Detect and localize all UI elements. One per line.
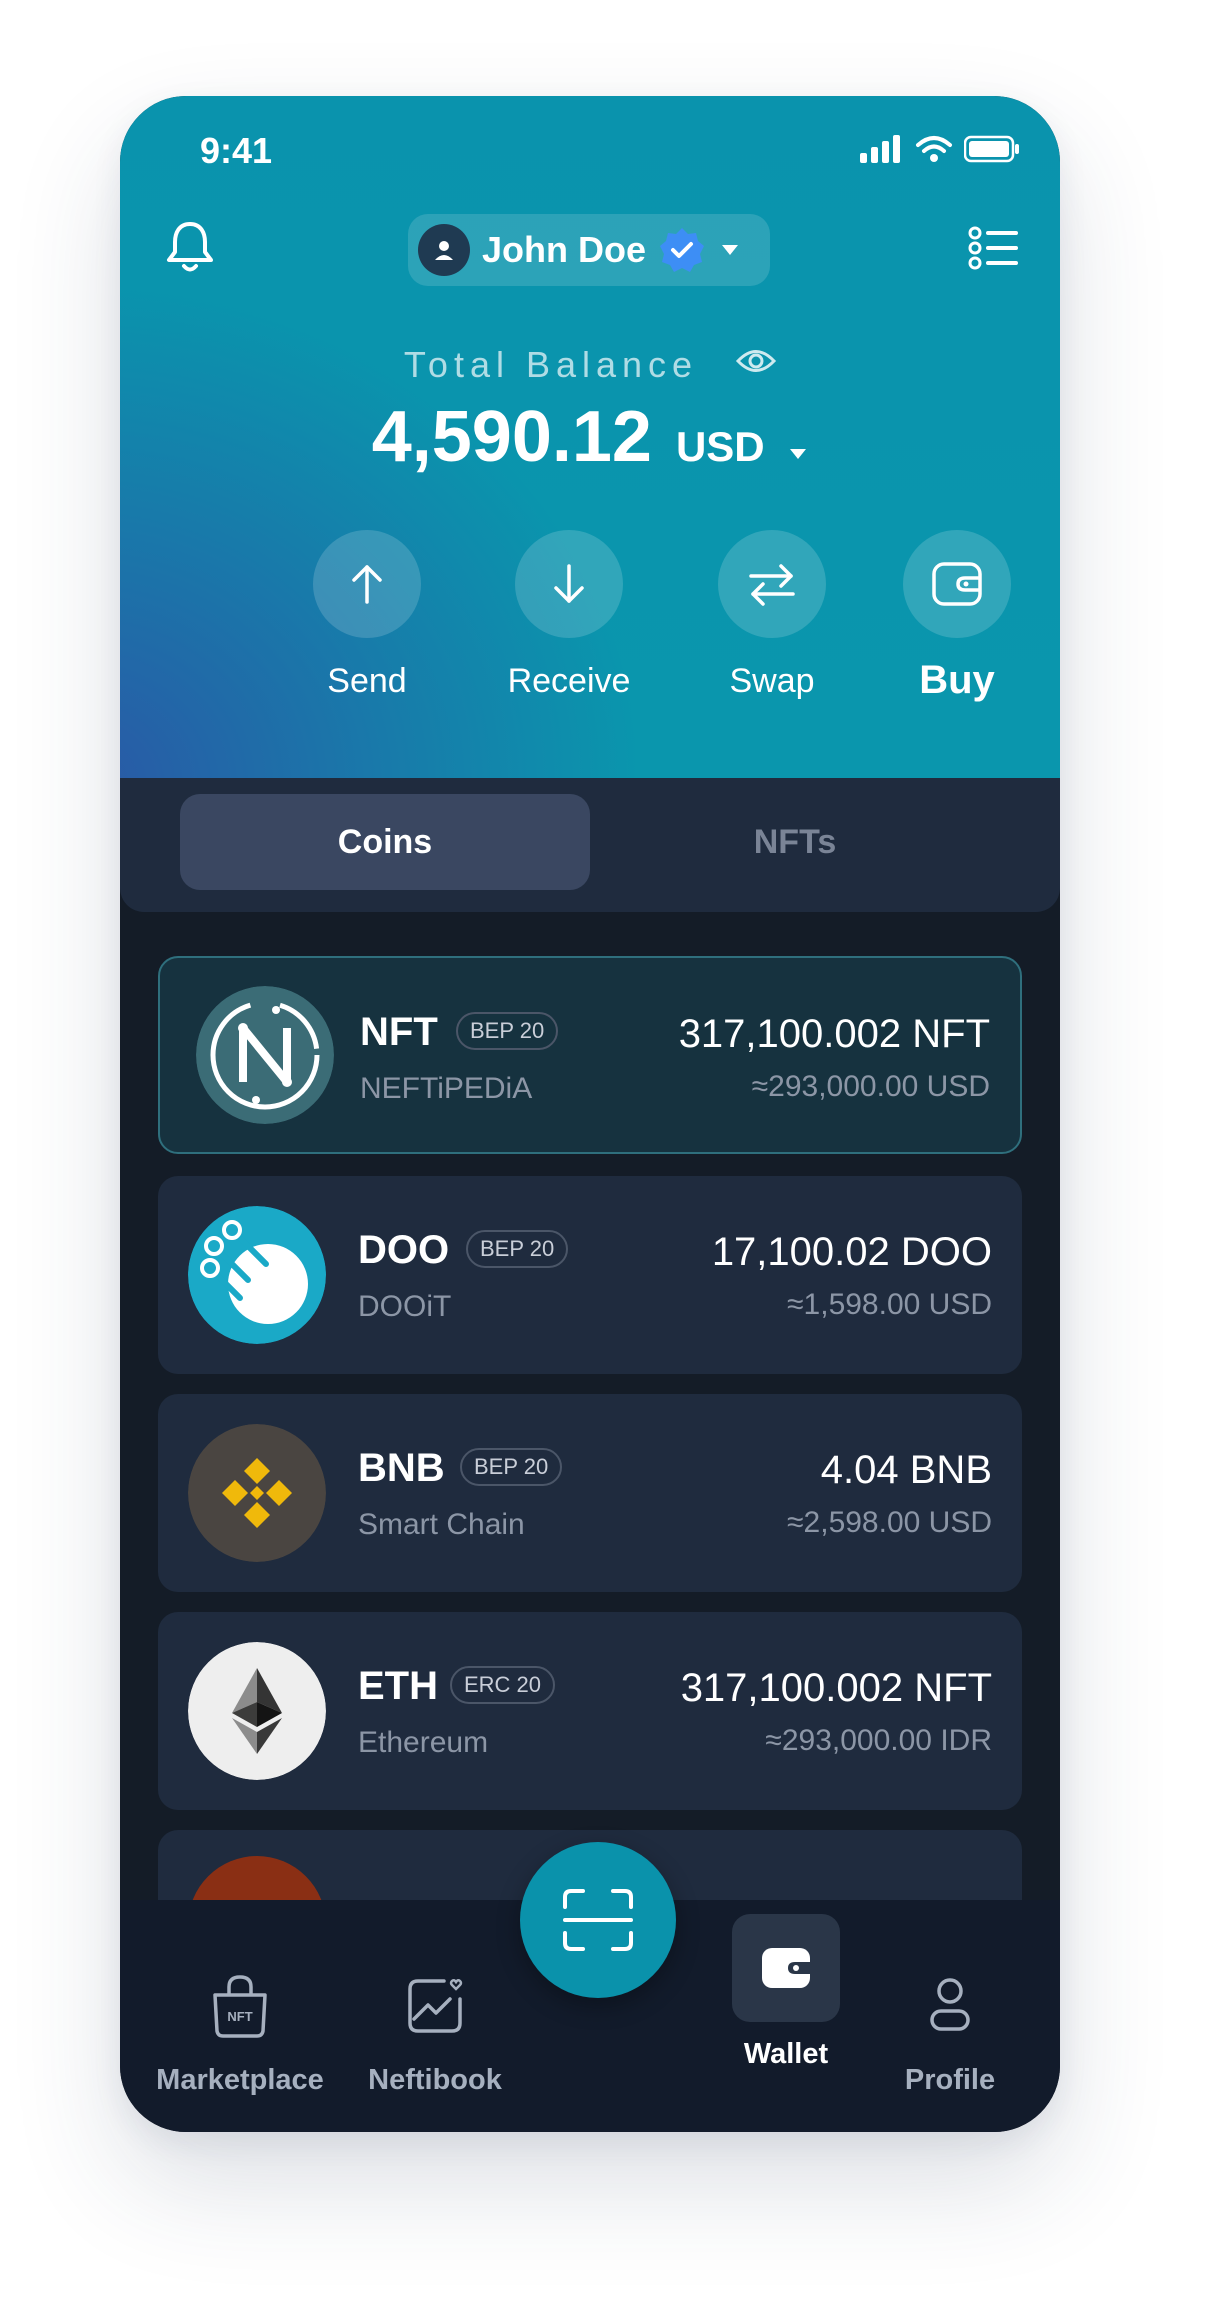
phone-frame: 9:41 John Doe Total Balance 4,590.12 USD…: [120, 96, 1060, 2132]
wallet-icon: [932, 562, 982, 606]
coin-name: Ethereum: [358, 1726, 489, 1759]
asset-tabs: Coins NFTs: [120, 778, 1060, 912]
coin-row-nft[interactable]: NFT BEP 20 NEFTiPEDiA 317,100.002 NFT ≈2…: [158, 956, 1022, 1154]
swap-icon: [749, 564, 795, 606]
ethereum-logo-icon: [188, 1642, 326, 1780]
total-balance-label: Total Balance: [120, 344, 1060, 386]
notification-bell-icon[interactable]: [164, 218, 216, 281]
nav-neftibook-label: Neftibook: [368, 2064, 502, 2096]
account-selector[interactable]: John Doe: [408, 214, 770, 286]
coin-amount: 317,100.002 NFT: [680, 1666, 992, 1710]
token-standard-badge: BEP 20: [460, 1448, 563, 1486]
coin-fiat-value: ≈2,598.00 USD: [787, 1506, 992, 1539]
tab-nfts[interactable]: NFTs: [590, 794, 1000, 890]
scan-qr-button[interactable]: [520, 1842, 676, 1998]
nav-wallet[interactable]: Wallet: [726, 1914, 846, 2071]
swap-label: Swap: [729, 662, 815, 700]
receive-label: Receive: [507, 662, 631, 700]
menu-list-icon[interactable]: [968, 226, 1018, 275]
neftibook-chart-icon: [381, 1952, 489, 2060]
coin-fiat-value: ≈293,000.00 IDR: [765, 1724, 992, 1757]
eye-icon[interactable]: [736, 343, 777, 385]
bnb-logo-icon: [188, 1424, 326, 1562]
coin-fiat-value: ≈1,598.00 USD: [787, 1288, 992, 1321]
chevron-down-icon: [790, 449, 807, 459]
coin-symbol: BNB: [358, 1446, 445, 1490]
status-time: 9:41: [200, 130, 273, 171]
currency-label: USD: [675, 423, 765, 470]
tab-coins[interactable]: Coins: [180, 794, 590, 890]
coin-row-bnb[interactable]: BNB BEP 20 Smart Chain 4.04 BNB ≈2,598.0…: [158, 1394, 1022, 1592]
coin-name: NEFTiPEDiA: [360, 1072, 533, 1105]
nav-wallet-label: Wallet: [743, 2038, 829, 2070]
wallet-icon: [732, 1914, 840, 2022]
arrow-up-icon: [352, 565, 382, 604]
receive-button[interactable]: Receive: [469, 530, 669, 701]
currency-selector[interactable]: USD: [676, 423, 808, 471]
verified-badge-icon: [660, 228, 705, 272]
user-name: John Doe: [482, 229, 647, 270]
wifi-icon: [916, 136, 952, 162]
coin-amount: 4.04 BNB: [820, 1448, 992, 1492]
scan-icon: [563, 1889, 633, 1951]
balance-amount: 4,590.12: [371, 397, 652, 477]
token-standard-badge: BEP 20: [456, 1012, 559, 1050]
user-icon: [435, 241, 453, 260]
wallet-header: 9:41 John Doe Total Balance 4,590.12 USD…: [120, 96, 1060, 778]
battery-icon: [964, 135, 1019, 163]
coin-amount: 17,100.02 DOO: [711, 1230, 992, 1274]
status-icons: [860, 134, 1020, 164]
buy-button[interactable]: Buy: [857, 530, 1057, 703]
coin-row-eth[interactable]: ETH ERC 20 Ethereum 317,100.002 NFT ≈293…: [158, 1612, 1022, 1810]
coin-name: DOOiT: [358, 1290, 452, 1323]
swap-button[interactable]: Swap: [672, 530, 872, 701]
avatar: [418, 224, 470, 276]
send-button[interactable]: Send: [267, 530, 467, 701]
arrow-down-icon: [554, 564, 584, 603]
neftipedia-logo-icon: [196, 986, 334, 1124]
nav-profile-label: Profile: [904, 2064, 996, 2096]
coin-name: Smart Chain: [358, 1508, 525, 1541]
buy-label: Buy: [919, 658, 995, 702]
profile-icon: [896, 1952, 1004, 2060]
nav-marketplace-label: Marketplace: [156, 2064, 324, 2096]
coin-row-doo[interactable]: DOO BEP 20 DOOiT 17,100.02 DOO ≈1,598.00…: [158, 1176, 1022, 1374]
nav-marketplace[interactable]: NFT Marketplace: [140, 1952, 340, 2097]
nav-profile[interactable]: Profile: [880, 1952, 1020, 2097]
coin-symbol: ETH: [358, 1664, 438, 1708]
nav-neftibook[interactable]: Neftibook: [360, 1952, 510, 2097]
chevron-down-icon: [722, 245, 739, 255]
total-balance: 4,590.12 USD: [120, 396, 1060, 478]
marketplace-bag-icon: NFT: [186, 1952, 294, 2060]
send-label: Send: [327, 662, 407, 700]
coin-symbol: DOO: [358, 1228, 450, 1272]
token-standard-badge: ERC 20: [450, 1666, 556, 1704]
signal-icon: [860, 135, 900, 163]
coin-amount: 317,100.002 NFT: [678, 1012, 990, 1056]
coin-symbol: NFT: [360, 1010, 438, 1054]
total-balance-text: Total Balance: [403, 344, 699, 385]
coin-fiat-value: ≈293,000.00 USD: [751, 1070, 990, 1103]
token-standard-badge: BEP 20: [466, 1230, 569, 1268]
marketplace-icon-text: NFT: [227, 2009, 252, 2024]
dooit-logo-icon: [188, 1206, 326, 1344]
